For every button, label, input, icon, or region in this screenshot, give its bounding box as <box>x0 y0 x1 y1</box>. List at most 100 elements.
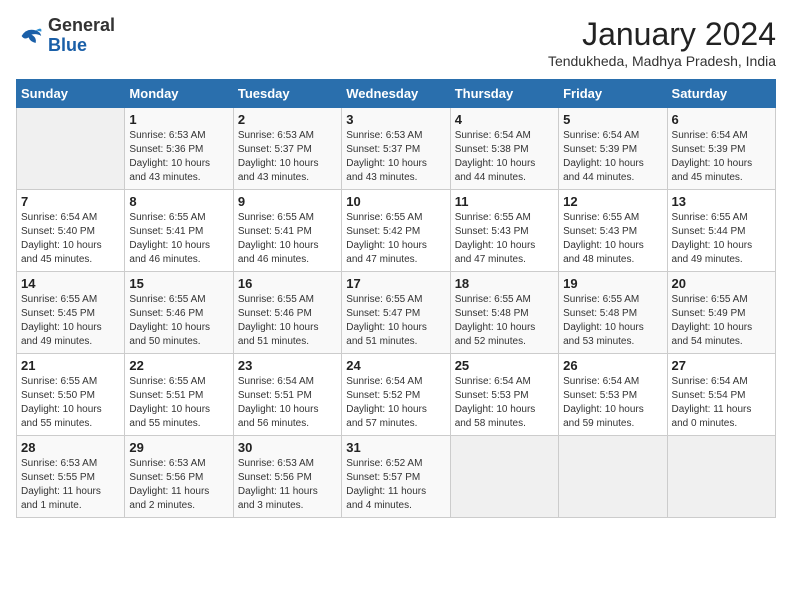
day-number: 16 <box>238 276 337 291</box>
day-info: Sunrise: 6:55 AM Sunset: 5:49 PM Dayligh… <box>672 293 771 349</box>
calendar-cell: 30 Sunrise: 6:53 AM Sunset: 5:56 PM Dayli… <box>233 436 341 518</box>
day-info: Sunrise: 6:55 AM Sunset: 5:41 PM Dayligh… <box>238 211 337 267</box>
day-number: 29 <box>129 440 228 455</box>
calendar-cell: 16 Sunrise: 6:55 AM Sunset: 5:46 PM Dayli… <box>233 272 341 354</box>
calendar-cell <box>667 436 775 518</box>
logo: General Blue <box>16 16 115 56</box>
day-info: Sunrise: 6:54 AM Sunset: 5:52 PM Dayligh… <box>346 375 445 431</box>
calendar-table: SundayMondayTuesdayWednesdayThursdayFrid… <box>16 79 776 518</box>
day-number: 17 <box>346 276 445 291</box>
day-number: 18 <box>455 276 554 291</box>
day-number: 15 <box>129 276 228 291</box>
calendar-cell: 23 Sunrise: 6:54 AM Sunset: 5:51 PM Dayli… <box>233 354 341 436</box>
calendar-cell: 6Sunrise: 6:54 AM Sunset: 5:39 PM Daylig… <box>667 108 775 190</box>
calendar-cell: 24 Sunrise: 6:54 AM Sunset: 5:52 PM Dayli… <box>342 354 450 436</box>
day-number: 14 <box>21 276 120 291</box>
calendar-cell <box>559 436 667 518</box>
day-info: Sunrise: 6:53 AM Sunset: 5:56 PM Dayligh… <box>238 457 337 513</box>
logo-text: General Blue <box>48 16 115 56</box>
calendar-cell: 10Sunrise: 6:55 AM Sunset: 5:42 PM Dayli… <box>342 190 450 272</box>
calendar-cell: 13 Sunrise: 6:55 AM Sunset: 5:44 PM Dayli… <box>667 190 775 272</box>
logo-blue-text: Blue <box>48 36 115 56</box>
day-info: Sunrise: 6:52 AM Sunset: 5:57 PM Dayligh… <box>346 457 445 513</box>
calendar-cell: 9 Sunrise: 6:55 AM Sunset: 5:41 PM Daylig… <box>233 190 341 272</box>
calendar-cell: 12 Sunrise: 6:55 AM Sunset: 5:43 PM Dayli… <box>559 190 667 272</box>
day-number: 25 <box>455 358 554 373</box>
day-number: 5 <box>563 112 662 127</box>
day-number: 23 <box>238 358 337 373</box>
day-number: 19 <box>563 276 662 291</box>
day-info: Sunrise: 6:55 AM Sunset: 5:46 PM Dayligh… <box>238 293 337 349</box>
day-info: Sunrise: 6:53 AM Sunset: 5:37 PM Dayligh… <box>346 129 445 185</box>
calendar-cell: 28 Sunrise: 6:53 AM Sunset: 5:55 PM Dayli… <box>17 436 125 518</box>
weekday-header: Friday <box>559 80 667 108</box>
day-info: Sunrise: 6:53 AM Sunset: 5:37 PM Dayligh… <box>238 129 337 185</box>
day-number: 6 <box>672 112 771 127</box>
calendar-cell: 8Sunrise: 6:55 AM Sunset: 5:41 PM Daylig… <box>125 190 233 272</box>
day-number: 3 <box>346 112 445 127</box>
day-number: 24 <box>346 358 445 373</box>
day-info: Sunrise: 6:55 AM Sunset: 5:45 PM Dayligh… <box>21 293 120 349</box>
calendar-cell: 15 Sunrise: 6:55 AM Sunset: 5:46 PM Dayli… <box>125 272 233 354</box>
calendar-cell: 25 Sunrise: 6:54 AM Sunset: 5:53 PM Dayli… <box>450 354 558 436</box>
day-number: 20 <box>672 276 771 291</box>
calendar-cell: 7Sunrise: 6:54 AM Sunset: 5:40 PM Daylig… <box>17 190 125 272</box>
day-info: Sunrise: 6:55 AM Sunset: 5:50 PM Dayligh… <box>21 375 120 431</box>
day-number: 11 <box>455 194 554 209</box>
calendar-cell <box>17 108 125 190</box>
day-info: Sunrise: 6:55 AM Sunset: 5:51 PM Dayligh… <box>129 375 228 431</box>
day-number: 7 <box>21 194 120 209</box>
logo-bird-icon <box>16 22 44 50</box>
day-info: Sunrise: 6:54 AM Sunset: 5:38 PM Dayligh… <box>455 129 554 185</box>
day-number: 27 <box>672 358 771 373</box>
weekday-header: Saturday <box>667 80 775 108</box>
calendar-cell: 21 Sunrise: 6:55 AM Sunset: 5:50 PM Dayli… <box>17 354 125 436</box>
month-year-title: January 2024 <box>548 16 776 53</box>
day-info: Sunrise: 6:55 AM Sunset: 5:43 PM Dayligh… <box>455 211 554 267</box>
day-info: Sunrise: 6:55 AM Sunset: 5:46 PM Dayligh… <box>129 293 228 349</box>
day-number: 4 <box>455 112 554 127</box>
calendar-week-row: 21 Sunrise: 6:55 AM Sunset: 5:50 PM Dayli… <box>17 354 776 436</box>
day-info: Sunrise: 6:54 AM Sunset: 5:39 PM Dayligh… <box>563 129 662 185</box>
day-info: Sunrise: 6:55 AM Sunset: 5:47 PM Dayligh… <box>346 293 445 349</box>
calendar-cell: 22 Sunrise: 6:55 AM Sunset: 5:51 PM Dayli… <box>125 354 233 436</box>
page-header: General Blue January 2024 Tendukheda, Ma… <box>16 16 776 69</box>
calendar-cell: 26Sunrise: 6:54 AM Sunset: 5:53 PM Dayli… <box>559 354 667 436</box>
calendar-week-row: 1Sunrise: 6:53 AM Sunset: 5:36 PM Daylig… <box>17 108 776 190</box>
calendar-week-row: 7Sunrise: 6:54 AM Sunset: 5:40 PM Daylig… <box>17 190 776 272</box>
day-number: 21 <box>21 358 120 373</box>
calendar-cell: 14 Sunrise: 6:55 AM Sunset: 5:45 PM Dayli… <box>17 272 125 354</box>
day-info: Sunrise: 6:53 AM Sunset: 5:56 PM Dayligh… <box>129 457 228 513</box>
calendar-cell: 11 Sunrise: 6:55 AM Sunset: 5:43 PM Dayli… <box>450 190 558 272</box>
day-number: 8 <box>129 194 228 209</box>
day-number: 2 <box>238 112 337 127</box>
day-info: Sunrise: 6:55 AM Sunset: 5:48 PM Dayligh… <box>455 293 554 349</box>
day-info: Sunrise: 6:55 AM Sunset: 5:44 PM Dayligh… <box>672 211 771 267</box>
day-number: 31 <box>346 440 445 455</box>
day-number: 22 <box>129 358 228 373</box>
day-number: 28 <box>21 440 120 455</box>
day-info: Sunrise: 6:54 AM Sunset: 5:54 PM Dayligh… <box>672 375 771 431</box>
calendar-cell: 27 Sunrise: 6:54 AM Sunset: 5:54 PM Dayli… <box>667 354 775 436</box>
day-info: Sunrise: 6:55 AM Sunset: 5:48 PM Dayligh… <box>563 293 662 349</box>
location-subtitle: Tendukheda, Madhya Pradesh, India <box>548 53 776 69</box>
calendar-cell: 19 Sunrise: 6:55 AM Sunset: 5:48 PM Dayli… <box>559 272 667 354</box>
logo-general-text: General <box>48 16 115 36</box>
calendar-cell: 5 Sunrise: 6:54 AM Sunset: 5:39 PM Daylig… <box>559 108 667 190</box>
calendar-week-row: 14 Sunrise: 6:55 AM Sunset: 5:45 PM Dayli… <box>17 272 776 354</box>
day-number: 13 <box>672 194 771 209</box>
calendar-cell: 2 Sunrise: 6:53 AM Sunset: 5:37 PM Daylig… <box>233 108 341 190</box>
day-number: 26 <box>563 358 662 373</box>
weekday-header: Sunday <box>17 80 125 108</box>
day-info: Sunrise: 6:54 AM Sunset: 5:53 PM Dayligh… <box>455 375 554 431</box>
day-info: Sunrise: 6:55 AM Sunset: 5:42 PM Dayligh… <box>346 211 445 267</box>
weekday-header: Monday <box>125 80 233 108</box>
day-info: Sunrise: 6:55 AM Sunset: 5:43 PM Dayligh… <box>563 211 662 267</box>
day-number: 12 <box>563 194 662 209</box>
calendar-cell: 18 Sunrise: 6:55 AM Sunset: 5:48 PM Dayli… <box>450 272 558 354</box>
calendar-cell: 31 Sunrise: 6:52 AM Sunset: 5:57 PM Dayli… <box>342 436 450 518</box>
day-info: Sunrise: 6:54 AM Sunset: 5:51 PM Dayligh… <box>238 375 337 431</box>
day-info: Sunrise: 6:53 AM Sunset: 5:55 PM Dayligh… <box>21 457 120 513</box>
day-number: 30 <box>238 440 337 455</box>
day-number: 9 <box>238 194 337 209</box>
